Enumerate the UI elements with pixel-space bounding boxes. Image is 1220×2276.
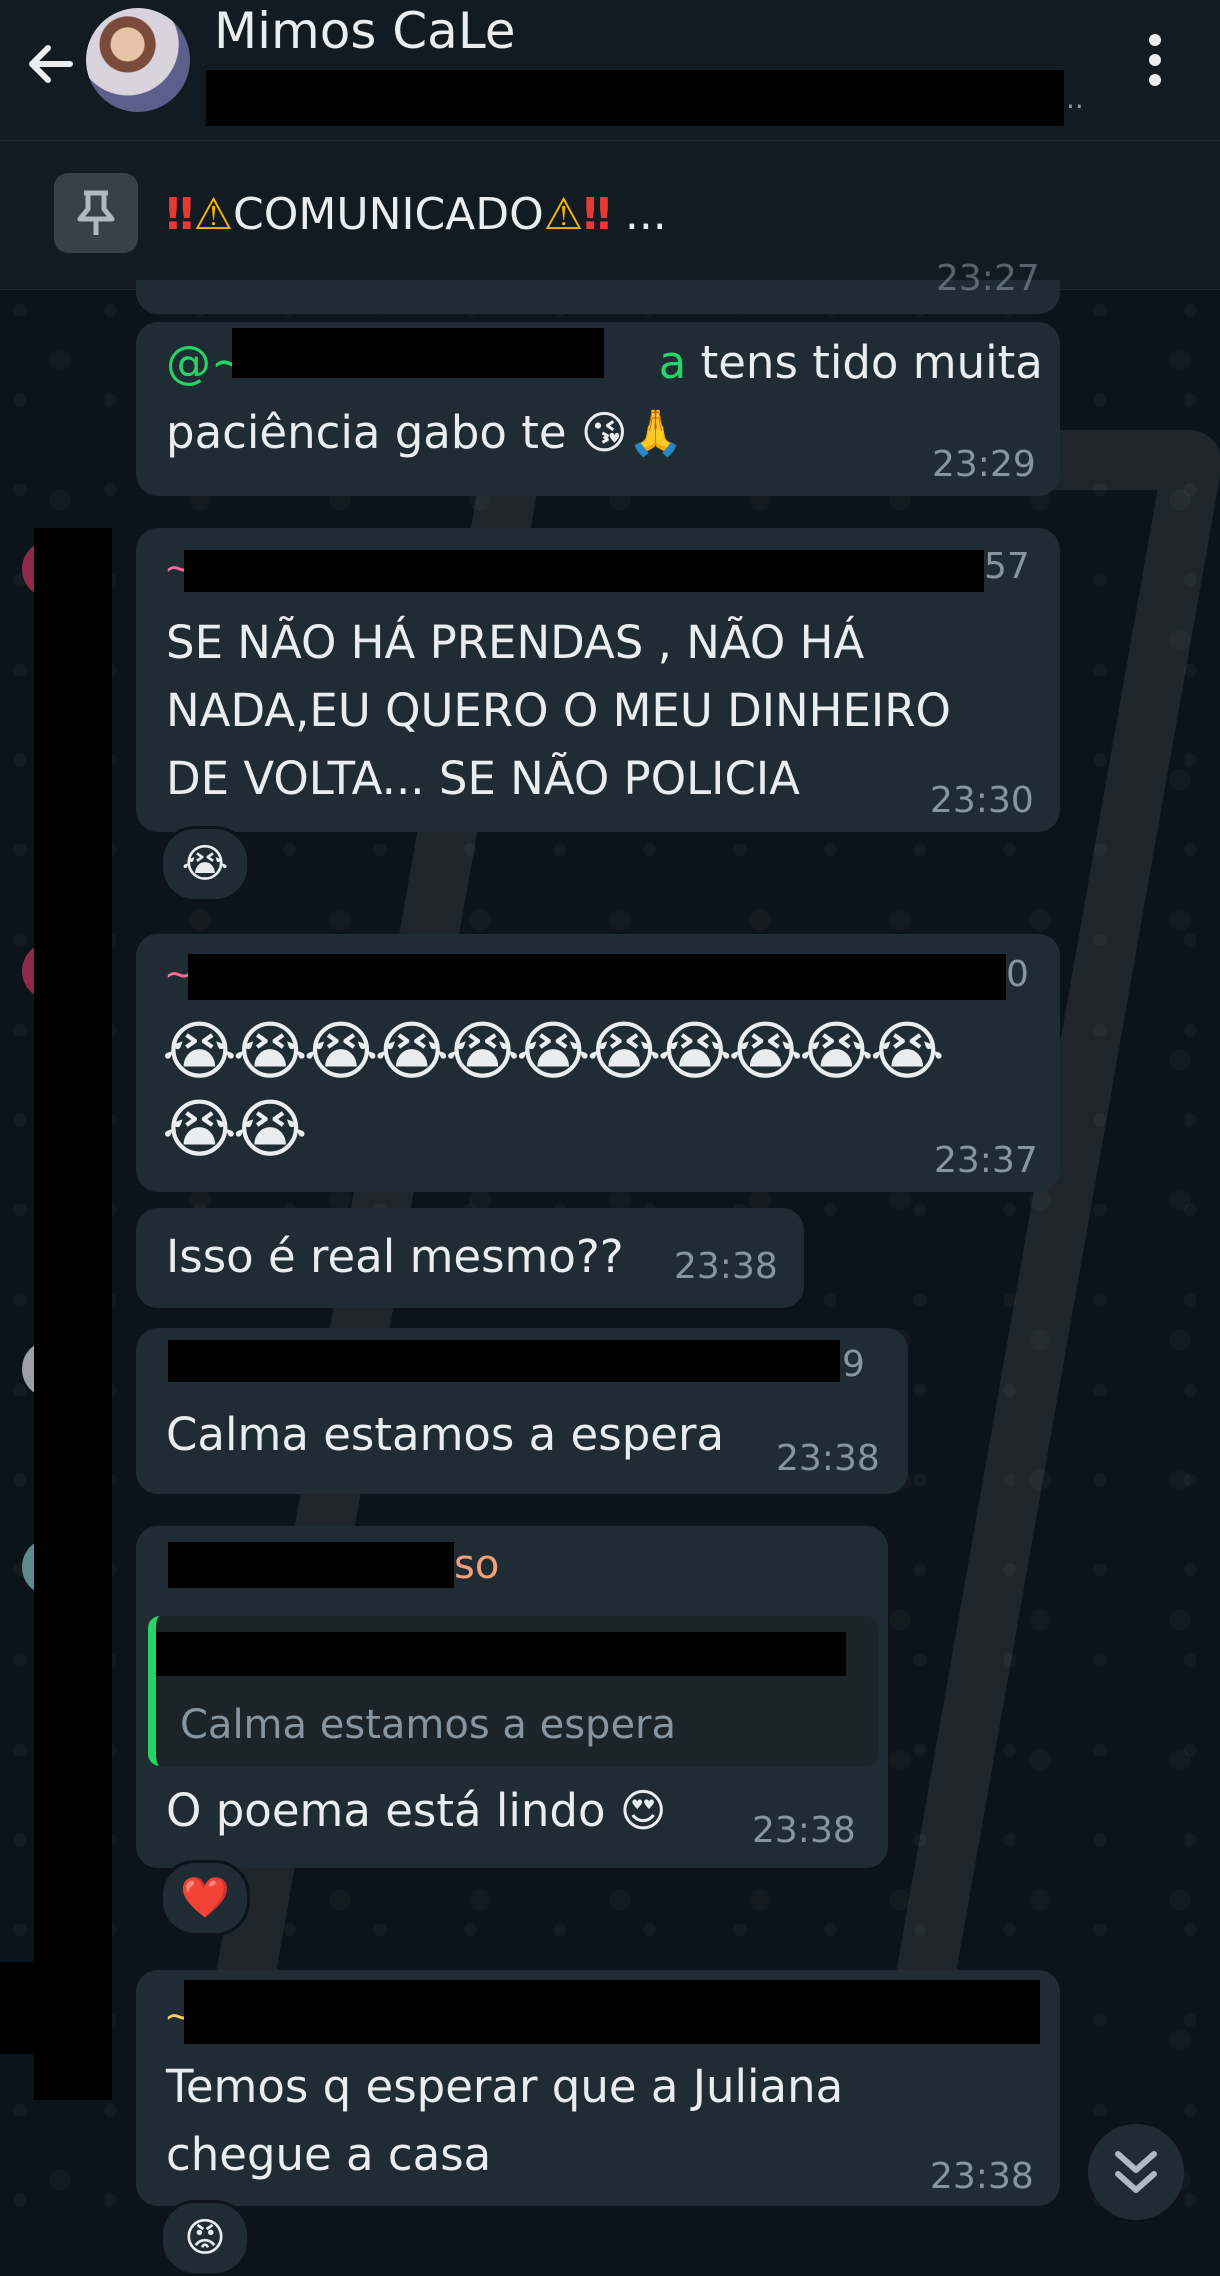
message-text-line1: Temos q esperar que a Juliana: [166, 2060, 844, 2113]
pin-icon[interactable]: [54, 173, 138, 253]
message-text: Calma estamos a espera: [166, 1408, 725, 1461]
message-bubble-partial[interactable]: 23:27: [136, 258, 1060, 314]
emoji-line-2: 😭😭: [162, 1093, 308, 1167]
message-bubble[interactable]: 9 Calma estamos a espera 23:38: [136, 1328, 908, 1494]
message-text-line2: paciência gabo te 😘🙏: [166, 406, 684, 459]
chat-header: Mimos CaLe ..: [0, 0, 1220, 141]
message-time: 23:27: [936, 258, 1040, 299]
emoji-line-1: 😭😭😭😭😭😭😭😭😭😭😭: [162, 1015, 945, 1089]
more-vertical-icon[interactable]: [1140, 30, 1170, 90]
reaction-badge[interactable]: 😡: [160, 2200, 250, 2276]
pinned-message-text: ‼⚠COMUNICADO⚠‼ ...: [166, 189, 667, 240]
message-time: 23:38: [930, 2156, 1034, 2197]
message-time: 23:38: [674, 1246, 778, 1287]
double-exclamation-icon: ‼: [583, 189, 611, 240]
subtitle-suffix: ..: [1066, 82, 1084, 115]
back-arrow-icon[interactable]: [20, 34, 80, 94]
avatar-redacted: [0, 1962, 112, 2054]
sender-meta-tail: 57: [984, 546, 1030, 587]
message-time: 23:37: [934, 1140, 1038, 1181]
warning-icon: ⚠: [543, 189, 584, 240]
scroll-to-bottom-button[interactable]: [1088, 2124, 1184, 2220]
message-bubble[interactable]: ~ 57 SE NÃO HÁ PRENDAS , NÃO HÁ NADA,EU …: [136, 528, 1060, 832]
message-bubble[interactable]: @~ a tens tido muita paciência gabo te 😘🙏…: [136, 322, 1060, 496]
sender-meta-tail: 0: [1006, 954, 1029, 995]
sender-redacted: [168, 1542, 454, 1588]
message-time: 23:38: [752, 1810, 856, 1851]
quoted-text: Calma estamos a espera: [180, 1702, 677, 1748]
quoted-sender-redacted: [156, 1632, 846, 1676]
message-text-line2: NADA,EU QUERO O MEU DINHEIRO: [166, 684, 951, 737]
group-avatar[interactable]: [86, 8, 190, 112]
quoted-message[interactable]: Calma estamos a espera: [148, 1616, 878, 1766]
sender-redacted: [184, 550, 984, 592]
message-time: 23:38: [776, 1438, 880, 1479]
warning-icon: ⚠: [193, 189, 234, 240]
message-bubble[interactable]: ~ 0 😭😭😭😭😭😭😭😭😭😭😭 😭😭 23:37: [136, 934, 1060, 1192]
message-text: Isso é real mesmo??: [166, 1230, 624, 1283]
chat-title[interactable]: Mimos CaLe: [214, 2, 516, 60]
avatar-column-redacted: [34, 528, 112, 2100]
message-bubble[interactable]: Isso é real mesmo?? 23:38: [136, 1208, 804, 1308]
mention-tail: a: [658, 336, 687, 389]
pinned-title: COMUNICADO: [233, 189, 544, 240]
double-exclamation-icon: ‼: [166, 189, 194, 240]
message-bubble[interactable]: so Calma estamos a espera O poema está l…: [136, 1526, 888, 1868]
message-bubble[interactable]: ~ Temos q esperar que a Juliana chegue a…: [136, 1970, 1060, 2206]
message-text-line1: SE NÃO HÁ PRENDAS , NÃO HÁ: [166, 616, 865, 669]
reaction-badge[interactable]: ❤️: [160, 1860, 250, 1936]
mention-redacted: [232, 328, 604, 378]
sender-redacted: [168, 1340, 840, 1382]
chevrons-down-icon: [1115, 2151, 1157, 2193]
sender-redacted: [184, 1980, 1040, 2044]
subtitle-redacted: [206, 70, 1064, 126]
message-text-line3: DE VOLTA... SE NÃO POLICIA: [166, 752, 800, 805]
pinned-ellipsis: ...: [610, 189, 667, 240]
message-time: 23:29: [932, 444, 1036, 485]
sender-redacted: [188, 954, 1006, 1000]
reaction-badge[interactable]: 😭: [160, 826, 250, 902]
sender-meta-tail: 9: [842, 1344, 865, 1385]
message-time: 23:30: [930, 780, 1034, 821]
sender-name-tail: so: [454, 1542, 500, 1588]
message-text-line1: tens tido muita: [686, 336, 1043, 389]
message-text: O poema está lindo 😍: [166, 1784, 667, 1837]
message-text-line2: chegue a casa: [166, 2128, 492, 2181]
